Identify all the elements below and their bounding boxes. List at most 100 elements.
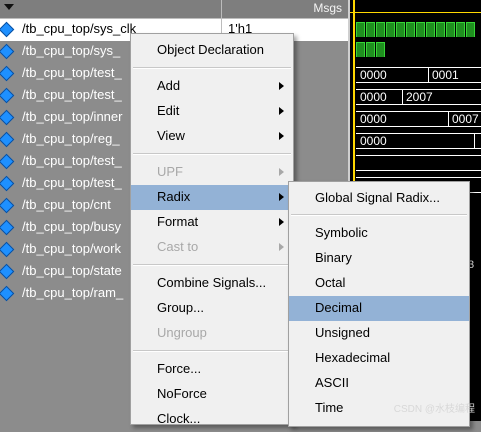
radix-option-symbolic[interactable]: Symbolic	[289, 221, 469, 246]
msgs-column-header: Msgs	[222, 0, 348, 19]
menu-item-label: Add	[157, 78, 181, 93]
bus-value: 0000	[360, 90, 387, 104]
menu-item-force[interactable]: Force...	[131, 357, 293, 382]
menu-item-upf: UPF	[131, 160, 293, 185]
clock-waveform	[356, 22, 481, 57]
bus-waveform	[356, 155, 481, 171]
menu-item-label: Clock...	[157, 411, 201, 426]
menu-item-label: Group...	[157, 300, 204, 315]
radix-option-ascii[interactable]: ASCII	[289, 371, 469, 396]
signal-name: /tb_cpu_top/sys_clk	[22, 21, 137, 36]
menu-item-label: Hexadecimal	[315, 350, 391, 365]
menu-item-add[interactable]: Add	[131, 74, 293, 99]
menu-item-label: Format	[157, 214, 199, 229]
submenu-arrow-icon	[279, 132, 284, 140]
bus-waveform: 0000 2007	[356, 89, 481, 105]
menu-item-ungroup: Ungroup	[131, 321, 293, 346]
signal-name: /tb_cpu_top/sys_	[22, 43, 121, 58]
submenu-arrow-icon	[279, 82, 284, 90]
signal-diamond-icon	[0, 219, 15, 236]
menu-item-radix[interactable]: Radix	[131, 185, 293, 210]
bus-value: 0000	[360, 68, 387, 82]
signal-diamond-icon	[0, 43, 15, 60]
signal-name: /tb_cpu_top/test_	[22, 175, 122, 190]
submenu-arrow-icon	[279, 107, 284, 115]
menu-item-label: Unsigned	[315, 325, 370, 340]
menu-item-label: Time	[315, 400, 344, 415]
bus-waveform: 0000	[356, 133, 481, 149]
menu-item-label: Object Declaration	[157, 42, 264, 57]
collapse-caret-icon[interactable]	[4, 4, 14, 10]
menu-item-group[interactable]: Group...	[131, 296, 293, 321]
signal-diamond-icon	[0, 285, 15, 302]
menu-item-label: Force...	[157, 361, 202, 376]
signal-name: /tb_cpu_top/reg_	[22, 131, 120, 146]
submenu-arrow-icon	[279, 193, 284, 201]
menu-item-label: Edit	[157, 103, 180, 118]
submenu-arrow-icon	[279, 168, 284, 176]
radix-option-hexadecimal[interactable]: Hexadecimal	[289, 346, 469, 371]
bus-value: 0000	[360, 112, 387, 126]
menu-item-label: Binary	[315, 250, 352, 265]
watermark: CSDN @水枝编程	[393, 404, 475, 415]
radix-global-signal-radix[interactable]: Global Signal Radix...	[289, 186, 469, 211]
signal-name: /tb_cpu_top/busy	[22, 219, 122, 234]
bus-value: 0007	[452, 112, 479, 126]
menu-item-clock[interactable]: Clock...	[131, 407, 293, 432]
submenu-arrow-icon	[279, 243, 284, 251]
menu-item-label: ASCII	[315, 375, 349, 390]
menu-item-label: Combine Signals...	[157, 275, 267, 290]
signal-diamond-icon	[0, 131, 15, 148]
menu-item-label: Ungroup	[157, 325, 207, 340]
signal-name: /tb_cpu_top/state	[22, 263, 122, 278]
signal-name: /tb_cpu_top/cnt	[22, 197, 111, 212]
signal-diamond-icon	[0, 175, 15, 192]
menu-item-object-declaration[interactable]: Object Declaration	[131, 38, 293, 63]
menu-separator	[133, 67, 291, 69]
menu-item-label: Decimal	[315, 300, 362, 315]
menu-item-label: Symbolic	[315, 225, 368, 240]
signal-name: /tb_cpu_top/ram_	[22, 285, 124, 300]
bus-waveform: 0000 0007	[356, 111, 481, 127]
signal-list-header	[0, 0, 221, 19]
menu-item-label: NoForce	[157, 386, 207, 401]
msgs-label: Msgs	[313, 1, 342, 15]
menu-item-label: View	[157, 128, 185, 143]
bus-waveform: 0000 0001	[356, 67, 481, 83]
menu-item-label: UPF	[157, 164, 183, 179]
menu-item-noforce[interactable]: NoForce	[131, 382, 293, 407]
submenu-arrow-icon	[279, 218, 284, 226]
menu-item-label: Radix	[157, 189, 191, 204]
signal-diamond-icon	[0, 87, 15, 104]
menu-item-format[interactable]: Format	[131, 210, 293, 235]
signal-diamond-icon	[0, 263, 15, 280]
menu-separator	[133, 264, 291, 266]
bus-value: 0001	[432, 68, 459, 82]
radix-option-decimal[interactable]: Decimal	[289, 296, 469, 321]
menu-item-label: Cast to	[157, 239, 199, 254]
signal-diamond-icon	[0, 109, 15, 126]
radix-option-binary[interactable]: Binary	[289, 246, 469, 271]
signal-diamond-icon	[0, 197, 15, 214]
menu-separator	[133, 153, 291, 155]
signal-diamond-icon	[0, 241, 15, 258]
signal-diamond-icon	[0, 65, 15, 82]
menu-item-view[interactable]: View	[131, 124, 293, 149]
menu-separator	[291, 214, 467, 216]
radix-submenu: Global Signal Radix... Symbolic Binary O…	[288, 181, 470, 427]
signal-diamond-icon	[0, 21, 15, 38]
menu-item-combine-signals[interactable]: Combine Signals...	[131, 271, 293, 296]
menu-item-edit[interactable]: Edit	[131, 99, 293, 124]
menu-item-cast-to: Cast to	[131, 235, 293, 260]
radix-option-octal[interactable]: Octal	[289, 271, 469, 296]
menu-item-label: Octal	[315, 275, 346, 290]
signal-name: /tb_cpu_top/test_	[22, 153, 122, 168]
bus-value: 2007	[406, 90, 433, 104]
signal-name: /tb_cpu_top/work	[22, 241, 122, 256]
bus-value: 0000	[360, 134, 387, 148]
menu-item-label: Global Signal Radix...	[315, 190, 441, 205]
signal-name: /tb_cpu_top/inner	[22, 109, 123, 124]
signal-context-menu: Object Declaration Add Edit View UPF Rad…	[130, 33, 294, 426]
signal-diamond-icon	[0, 153, 15, 170]
radix-option-unsigned[interactable]: Unsigned	[289, 321, 469, 346]
